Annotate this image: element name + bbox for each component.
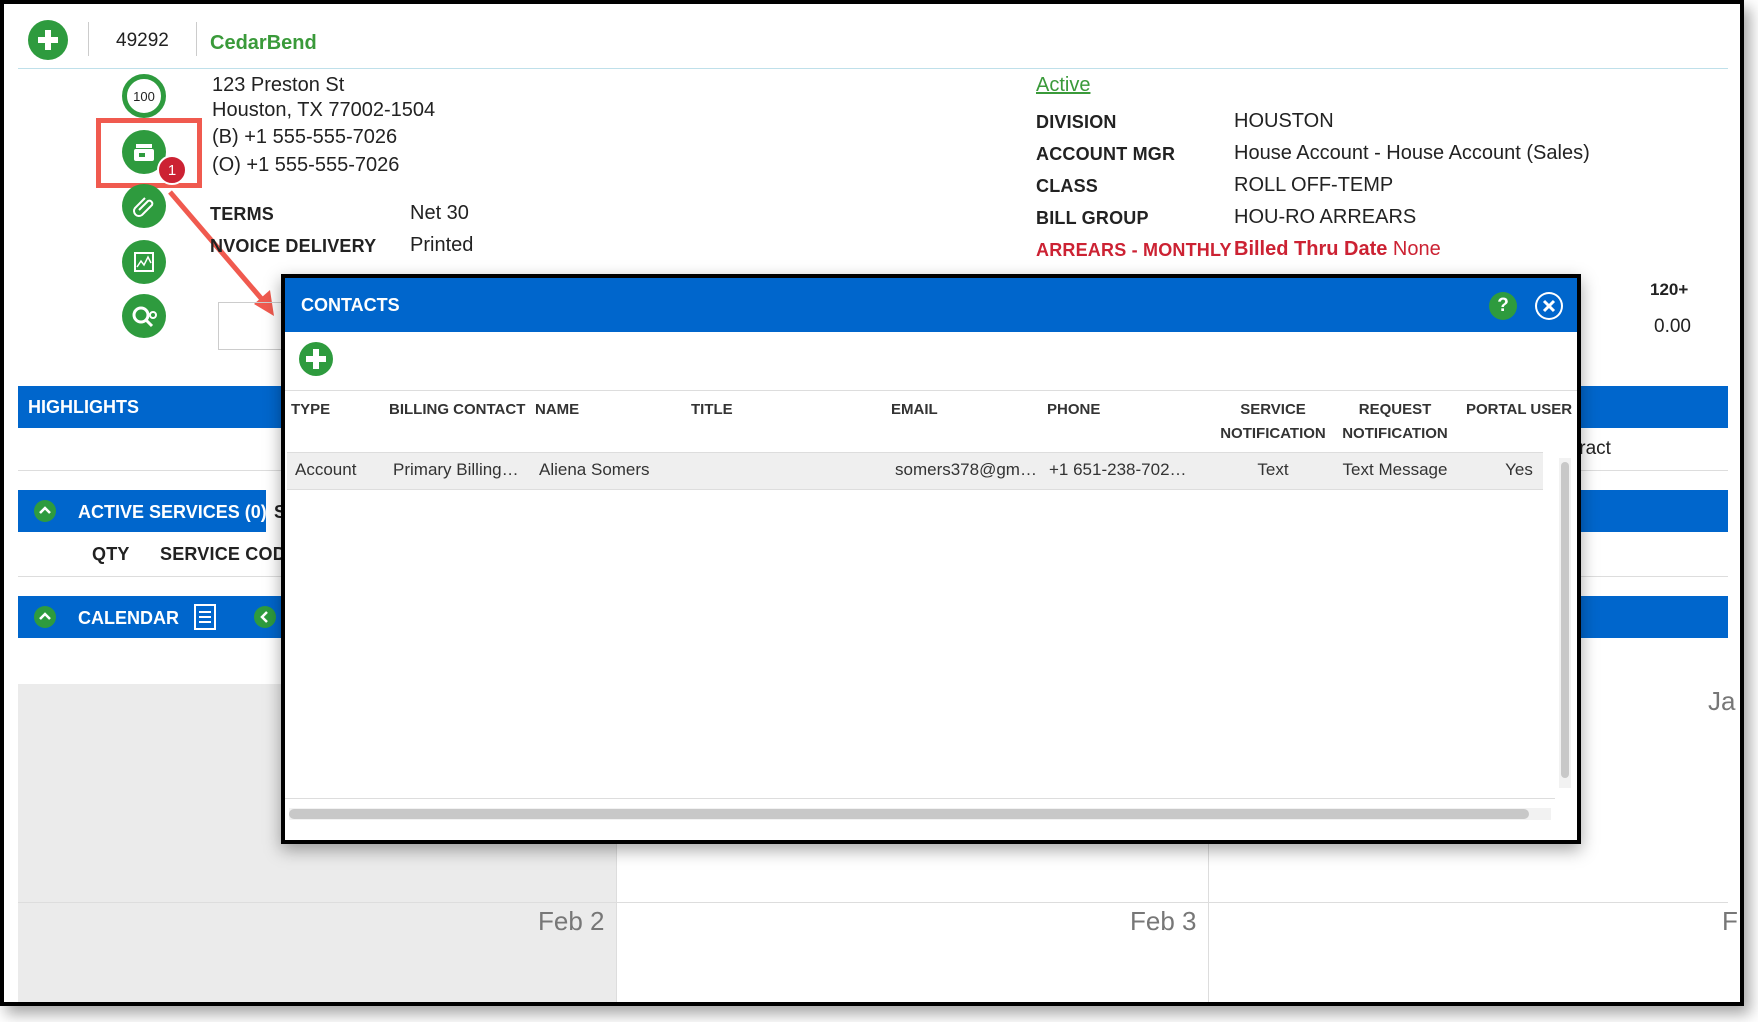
- list-view-icon[interactable]: [194, 604, 216, 630]
- phone-office: (O) +1 555-555-7026: [212, 154, 400, 176]
- col-service-notification[interactable]: SERVICE NOTIFICATION: [1203, 398, 1343, 446]
- dialog-title: CONTACTS: [301, 295, 400, 315]
- dialog-header: CONTACTS ?: [285, 278, 1577, 332]
- collapse-calendar-button[interactable]: [34, 606, 56, 628]
- col-service-notification-line2: NOTIFICATION: [1220, 425, 1326, 442]
- bill-group-label: BILL GROUP: [1036, 208, 1149, 228]
- contacts-dialog: CONTACTS ? TYPE BILLING CONTACT NAME TIT…: [281, 274, 1581, 844]
- vertical-scroll-thumb[interactable]: [1561, 462, 1569, 778]
- close-button[interactable]: [1535, 292, 1563, 320]
- calendar-day-label: Feb 2: [538, 906, 605, 936]
- invoice-delivery-value: Printed: [410, 234, 474, 256]
- qty-header: QTY: [92, 544, 130, 564]
- billed-thru-value: None: [1392, 238, 1441, 260]
- class-label: CLASS: [1036, 176, 1099, 196]
- active-services-title: ACTIVE SERVICES (0): [78, 502, 267, 522]
- col-type[interactable]: TYPE: [291, 398, 330, 422]
- terms-label: TERMS: [210, 204, 274, 224]
- account-mgr-label: ACCOUNT MGR: [1036, 144, 1176, 164]
- calendar-title: CALENDAR: [78, 608, 179, 628]
- calendar-day-label: F: [1722, 906, 1738, 936]
- address-line1: 123 Preston St: [212, 74, 345, 96]
- invoice-delivery-label: NVOICE DELIVERY: [210, 236, 377, 256]
- help-button[interactable]: ?: [1489, 292, 1517, 320]
- col-email[interactable]: EMAIL: [891, 398, 938, 422]
- billed-thru-label: Billed Thru Date: [1234, 238, 1388, 260]
- row-phone: +1 651-238-702…: [1049, 460, 1187, 479]
- calendar-day-label: Feb 3: [1130, 906, 1197, 936]
- col-request-notification[interactable]: REQUEST NOTIFICATION: [1325, 398, 1465, 446]
- col-phone[interactable]: PHONE: [1047, 398, 1100, 422]
- row-email: somers378@gm…: [895, 460, 1037, 479]
- col-portal-user[interactable]: PORTAL USER: [1457, 398, 1581, 422]
- chevron-left-icon: [260, 611, 268, 623]
- calendar-gridline: [18, 902, 1728, 903]
- vertical-scrollbar[interactable]: [1559, 458, 1571, 788]
- account-status-link[interactable]: Active: [1036, 74, 1090, 97]
- plus-icon: [306, 349, 326, 369]
- help-icon: ?: [1497, 295, 1509, 316]
- row-type: Account: [295, 460, 357, 479]
- collapse-services-button[interactable]: [34, 500, 56, 522]
- service-code-header: SERVICE CODE: [160, 544, 299, 564]
- horizontal-scrollbar[interactable]: [289, 808, 1551, 820]
- highlights-title: HIGHLIGHTS: [28, 397, 139, 417]
- col-request-notification-line2: NOTIFICATION: [1342, 425, 1448, 442]
- col-billing-contact[interactable]: BILLING CONTACT: [389, 398, 525, 422]
- row-name: Aliena Somers: [539, 460, 650, 479]
- row-billing-contact: Primary Billing…: [393, 460, 519, 479]
- aging-bucket-label: 120+: [1650, 280, 1689, 299]
- aging-bucket-value: 0.00: [1654, 316, 1691, 337]
- bill-group-value: HOU-RO ARREARS: [1234, 206, 1417, 228]
- close-icon: [1537, 294, 1561, 318]
- col-title[interactable]: TITLE: [691, 398, 733, 422]
- division-value: HOUSTON: [1234, 110, 1334, 132]
- calendar-month-label: Ja: [1708, 686, 1736, 716]
- arrears-label: ARREARS - MONTHLY: [1036, 240, 1232, 260]
- col-request-notification-line1: REQUEST: [1358, 401, 1432, 418]
- chevron-up-icon: [39, 612, 51, 620]
- phone-business: (B) +1 555-555-7026: [212, 126, 398, 148]
- horizontal-scroll-thumb[interactable]: [289, 809, 1529, 819]
- account-mgr-value: House Account - House Account (Sales): [1234, 142, 1590, 164]
- billed-thru: Billed Thru Date None: [1234, 238, 1441, 261]
- division-label: DIVISION: [1036, 112, 1117, 132]
- divider: [285, 798, 1555, 799]
- divider: [285, 390, 1577, 391]
- row-service-notification: Text: [1257, 460, 1289, 479]
- app-window: 49292 CedarBend 100 1 123 Preston St Hou…: [0, 0, 1744, 1006]
- calendar-prev-button[interactable]: [254, 606, 276, 628]
- row-request-notification: Text Message: [1342, 460, 1448, 479]
- col-name[interactable]: NAME: [535, 398, 579, 422]
- terms-value: Net 30: [410, 202, 469, 224]
- address-line2: Houston, TX 77002-1504: [212, 99, 436, 121]
- add-contact-button[interactable]: [299, 342, 333, 376]
- chevron-up-icon: [39, 506, 51, 514]
- col-service-notification-line1: SERVICE: [1240, 401, 1306, 418]
- class-value: ROLL OFF-TEMP: [1234, 174, 1394, 196]
